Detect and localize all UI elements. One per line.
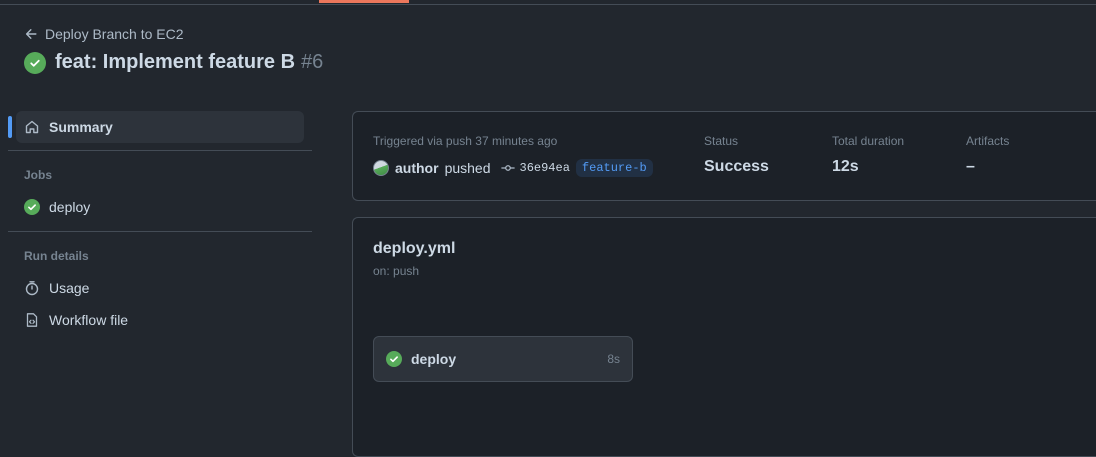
author-name[interactable]: author: [395, 160, 439, 176]
status-label: Status: [704, 134, 739, 148]
duration-label: Total duration: [832, 134, 905, 148]
artifacts-label: Artifacts: [966, 134, 1010, 148]
artifacts-value: –: [966, 158, 975, 175]
trigger-text: Triggered via push 37 minutes ago: [373, 134, 558, 148]
run-summary-panel: Triggered via push 37 minutes ago author…: [352, 111, 1096, 201]
page-title: feat: Implement feature B #6: [24, 51, 323, 74]
sidebar-item-label: Summary: [49, 119, 113, 135]
sidebar-item-deploy[interactable]: deploy: [16, 191, 304, 223]
home-icon: [24, 119, 40, 135]
push-action: pushed: [444, 160, 491, 176]
status-value: Success: [704, 158, 769, 175]
check-circle-icon: [24, 51, 46, 74]
check-circle-icon: [386, 351, 402, 367]
sidebar-item-summary[interactable]: Summary: [8, 111, 304, 143]
run-number: #6: [301, 51, 324, 73]
sidebar-item-usage[interactable]: Usage: [16, 272, 304, 304]
top-tab-bar: [0, 0, 1096, 5]
trigger-details: author pushed 36e94ea feature-b: [373, 159, 653, 177]
duration-value: 12s: [832, 158, 859, 175]
sidebar-divider: [8, 150, 312, 151]
back-to-workflow-link[interactable]: Deploy Branch to EC2: [24, 26, 184, 42]
job-duration: 8s: [607, 352, 620, 366]
sidebar-divider: [8, 231, 312, 232]
job-name: deploy: [411, 351, 457, 367]
active-tab-indicator: [319, 0, 409, 3]
commit-link[interactable]: 36e94ea: [500, 161, 570, 175]
jobs-heading: Jobs: [24, 168, 53, 182]
check-circle-icon: [24, 199, 40, 215]
back-link-label: Deploy Branch to EC2: [45, 26, 184, 42]
stopwatch-icon: [24, 280, 40, 296]
avatar[interactable]: [373, 160, 389, 176]
sidebar-item-label: Usage: [49, 280, 90, 296]
commit-sha: 36e94ea: [519, 161, 570, 175]
workflow-graph-panel: deploy.yml on: push deploy 8s: [352, 217, 1096, 457]
job-card-deploy[interactable]: deploy 8s: [373, 336, 633, 382]
sidebar-item-workflow-file[interactable]: Workflow file: [16, 304, 304, 336]
run-title: feat: Implement feature B: [55, 51, 296, 73]
arrow-left-icon: [24, 27, 38, 41]
workflow-trigger: on: push: [373, 264, 420, 278]
sidebar-item-label: Workflow file: [49, 312, 129, 328]
run-details-heading: Run details: [24, 249, 89, 263]
sidebar-item-label: deploy: [49, 199, 91, 215]
branch-badge[interactable]: feature-b: [575, 159, 653, 177]
workflow-file-name: deploy.yml: [373, 240, 456, 257]
git-commit-icon: [500, 161, 515, 175]
file-code-icon: [24, 312, 40, 328]
